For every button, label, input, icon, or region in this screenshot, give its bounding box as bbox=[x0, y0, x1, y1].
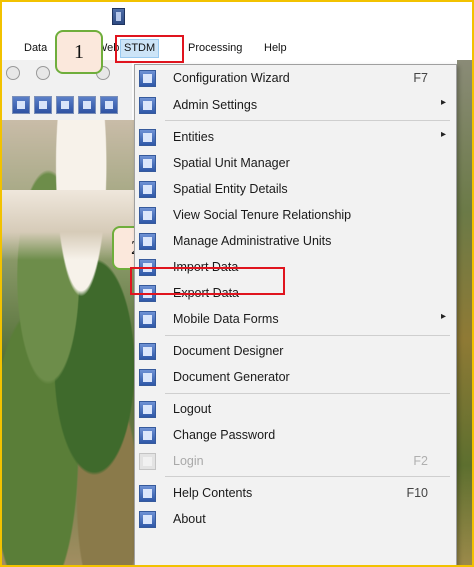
menu-item-label: Help Contents bbox=[173, 486, 253, 500]
social-tenure-icon bbox=[139, 207, 156, 224]
help-icon bbox=[139, 485, 156, 502]
menu-item-label: Login bbox=[173, 454, 204, 468]
menu-item-configuration-wizard[interactable]: Configuration Wizard F7 bbox=[135, 66, 456, 92]
menu-item-label: Logout bbox=[173, 402, 212, 416]
menu-item-label: Configuration Wizard bbox=[173, 71, 290, 85]
logout-icon bbox=[139, 401, 156, 418]
stdm-highlight-box bbox=[115, 35, 184, 63]
spatial-unit-icon bbox=[139, 155, 156, 172]
submenu-arrow-icon: ▸ bbox=[440, 129, 446, 140]
toolbar-units-icon[interactable] bbox=[78, 96, 96, 114]
menu-item-label: Admin Settings bbox=[173, 98, 258, 112]
login-icon bbox=[139, 453, 156, 470]
menu-item-manage-administrative-units[interactable]: Manage Administrative Units bbox=[135, 229, 456, 255]
menu-separator bbox=[165, 335, 450, 336]
map-canvas-right bbox=[457, 60, 472, 565]
menu-item-label: Change Password bbox=[173, 428, 276, 442]
menu-item-document-designer[interactable]: Document Designer bbox=[135, 339, 456, 365]
submenu-arrow-icon: ▸ bbox=[440, 97, 446, 108]
menu-item-about[interactable]: About bbox=[135, 507, 456, 533]
menu-item-shortcut: F2 bbox=[413, 454, 428, 468]
menu-processing[interactable]: Processing bbox=[188, 42, 242, 54]
toolbar-import-icon[interactable] bbox=[34, 96, 52, 114]
menu-data[interactable]: Data bbox=[24, 42, 47, 54]
menu-item-label: Document Designer bbox=[173, 344, 284, 358]
menu-item-admin-settings[interactable]: Admin Settings ▸ bbox=[135, 93, 456, 119]
map-canvas[interactable] bbox=[2, 120, 134, 565]
menu-item-label: Manage Administrative Units bbox=[173, 234, 332, 248]
menu-separator bbox=[165, 476, 450, 477]
menu-item-label: About bbox=[173, 512, 206, 526]
menu-item-label: Mobile Data Forms bbox=[173, 312, 279, 326]
password-icon bbox=[139, 427, 156, 444]
menu-item-view-social-tenure-relationship[interactable]: View Social Tenure Relationship bbox=[135, 203, 456, 229]
about-icon bbox=[139, 511, 156, 528]
toolbar-entities-icon[interactable] bbox=[100, 96, 118, 114]
menu-help[interactable]: Help bbox=[264, 42, 287, 54]
menu-item-help-contents[interactable]: Help Contents F10 bbox=[135, 481, 456, 507]
zoom-icon[interactable] bbox=[6, 66, 20, 80]
menu-item-change-password[interactable]: Change Password bbox=[135, 423, 456, 449]
menu-item-logout[interactable]: Logout bbox=[135, 397, 456, 423]
menu-item-spatial-unit-manager[interactable]: Spatial Unit Manager bbox=[135, 151, 456, 177]
stdm-dropdown-menu: Configuration Wizard F7 Admin Settings ▸ Ent… bbox=[134, 64, 457, 565]
menu-separator bbox=[165, 393, 450, 394]
menu-item-label: Entities bbox=[173, 130, 214, 144]
menu-item-label: Document Generator bbox=[173, 370, 290, 384]
app-icon bbox=[112, 8, 125, 25]
callout-step-1: 1 bbox=[55, 30, 103, 74]
admin-units-icon bbox=[139, 233, 156, 250]
menu-separator bbox=[165, 120, 450, 121]
submenu-arrow-icon: ▸ bbox=[440, 311, 446, 322]
import-data-highlight-box bbox=[130, 267, 285, 295]
menu-item-document-generator[interactable]: Document Generator bbox=[135, 365, 456, 391]
menu-item-label: Spatial Entity Details bbox=[173, 182, 288, 196]
menu-item-entities[interactable]: Entities ▸ bbox=[135, 125, 456, 151]
admin-settings-icon bbox=[139, 97, 156, 114]
screenshot-frame: Data Web Processing Help STDM 1 2 Config… bbox=[0, 0, 474, 567]
menu-item-mobile-data-forms[interactable]: Mobile Data Forms ▸ bbox=[135, 307, 456, 333]
menu-item-spatial-entity-details[interactable]: Spatial Entity Details bbox=[135, 177, 456, 203]
wizard-icon bbox=[139, 70, 156, 87]
spatial-entity-icon bbox=[139, 181, 156, 198]
toolbar-export-icon[interactable] bbox=[56, 96, 74, 114]
toolbar-wizard-icon[interactable] bbox=[12, 96, 30, 114]
document-generator-icon bbox=[139, 369, 156, 386]
pan-icon[interactable] bbox=[36, 66, 50, 80]
mobile-forms-icon bbox=[139, 311, 156, 328]
menu-item-label: View Social Tenure Relationship bbox=[173, 208, 352, 222]
entities-icon bbox=[139, 129, 156, 146]
menu-item-label: Spatial Unit Manager bbox=[173, 156, 290, 170]
menu-item-login[interactable]: Login F2 bbox=[135, 449, 456, 475]
menu-item-shortcut: F10 bbox=[406, 486, 428, 500]
document-designer-icon bbox=[139, 343, 156, 360]
menu-item-shortcut: F7 bbox=[413, 71, 428, 85]
